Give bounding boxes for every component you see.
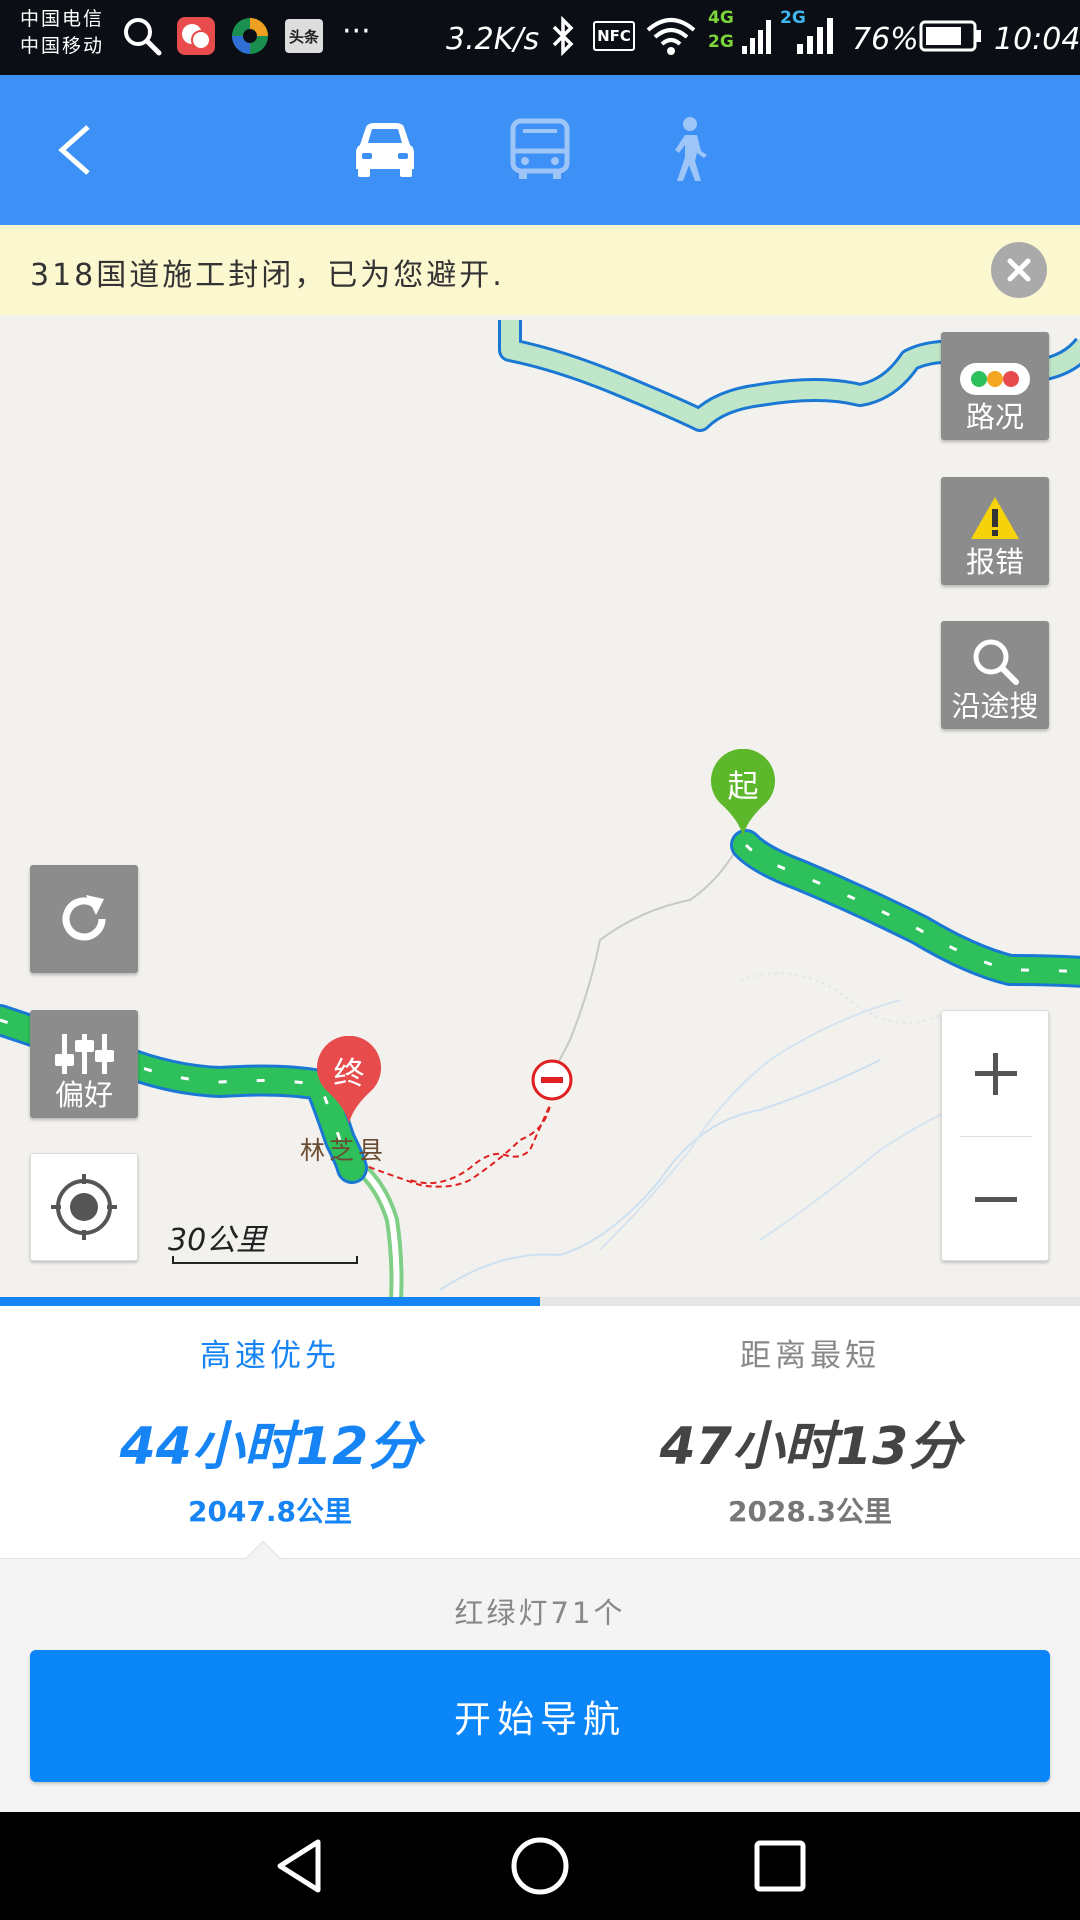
toutiao-label: 头条	[285, 19, 323, 53]
notice-text: 318国道施工封闭，已为您避开.	[30, 258, 505, 293]
route-options: 高速优先 44小时12分 2047.8公里 距离最短 47小时13分 2028.…	[0, 1306, 1080, 1559]
map-view[interactable]: 起 终 林芝县	[0, 315, 1080, 1297]
start-marker-label: 起	[727, 769, 759, 805]
refresh-button[interactable]	[30, 865, 138, 973]
wifi-icon	[644, 14, 698, 58]
locate-icon	[51, 1174, 117, 1240]
map-canvas	[0, 320, 1080, 1297]
sliders-icon	[55, 1034, 114, 1074]
chevron-left-icon	[58, 125, 90, 175]
battery-percent: 76%	[852, 22, 919, 57]
traffic-light-count: 红绿灯71个	[454, 1596, 626, 1630]
triangle-back-icon	[277, 1839, 321, 1893]
route-option-shortest[interactable]: 距离最短 47小时13分 2028.3公里	[540, 1306, 1080, 1559]
toutiao-icon: 头条	[282, 14, 326, 58]
end-marker[interactable]: 终	[314, 1036, 384, 1126]
tab-bus[interactable]	[505, 115, 575, 185]
route-tab-indicator	[0, 1297, 1080, 1306]
minor-road	[547, 839, 743, 1081]
search-icon	[973, 639, 1019, 685]
route-name: 距离最短	[740, 1338, 880, 1374]
road-closed-icon	[531, 1059, 573, 1101]
nfc-icon: NFC	[593, 14, 635, 58]
network-speed: 3.2K/s	[446, 22, 540, 57]
walk-icon	[675, 117, 707, 181]
carrier-1: 中国电信	[20, 8, 105, 30]
start-navigation-button[interactable]: 开始导航	[30, 1650, 1050, 1782]
route-distance: 2047.8公里	[187, 1495, 353, 1528]
route-option-highway[interactable]: 高速优先 44小时12分 2047.8公里	[0, 1306, 540, 1559]
home-nav-button[interactable]	[510, 1836, 570, 1896]
battery-icon	[918, 14, 984, 58]
square-recents-icon	[754, 1840, 806, 1892]
wechat-notification-icon	[174, 14, 218, 58]
end-marker-label: 终	[333, 1056, 365, 1092]
preference-button[interactable]: 偏好	[30, 1010, 138, 1118]
more-notifications-icon: ···	[342, 14, 371, 49]
river	[599, 999, 901, 1251]
bluetooth-icon	[546, 14, 580, 58]
route-time: 44小时12分	[119, 1417, 421, 1477]
carrier-labels: 中国电信 中国移动	[20, 6, 104, 60]
bus-icon	[510, 118, 570, 179]
boundary-line	[739, 972, 951, 1024]
zoom-control	[941, 1010, 1049, 1261]
signal-sim2-icon	[792, 14, 836, 58]
search-icon	[120, 14, 164, 58]
locate-button[interactable]	[30, 1153, 138, 1261]
route-distance: 2028.3公里	[727, 1495, 893, 1528]
map-scale-label: 30公里	[168, 1223, 267, 1258]
traffic-light-icon	[960, 363, 1030, 395]
app-bar	[0, 75, 1080, 225]
start-marker[interactable]: 起	[708, 749, 778, 839]
app-notification-icon	[228, 14, 272, 58]
search-along-label: 沿途搜	[951, 689, 1039, 723]
warning-icon	[971, 497, 1019, 539]
route-time: 47小时13分	[659, 1417, 961, 1477]
carrier-2: 中国移动	[20, 35, 105, 57]
close-banner-button[interactable]	[991, 242, 1047, 298]
network-2g-sim1: 2G	[708, 32, 734, 52]
circle-home-icon	[511, 1837, 569, 1895]
refresh-icon	[62, 895, 106, 941]
status-bar: 中国电信 中国移动 头条 ··· 3.2K/s NFC 4G 2G 2G 76%…	[0, 0, 1080, 75]
nfc-label: NFC	[593, 21, 635, 51]
recents-nav-button[interactable]	[750, 1836, 810, 1896]
main-route-right-fill	[733, 832, 1080, 985]
back-nav-button[interactable]	[270, 1836, 330, 1896]
preference-label: 偏好	[54, 1078, 113, 1112]
place-label: 林芝县	[300, 1136, 388, 1165]
back-button[interactable]	[48, 115, 108, 185]
close-icon	[1007, 258, 1031, 282]
zoom-out-button[interactable]	[942, 1137, 1050, 1262]
traffic-button[interactable]: 路况	[941, 332, 1049, 440]
traffic-label: 路况	[965, 400, 1024, 434]
tab-car[interactable]	[350, 115, 420, 185]
report-button[interactable]: 报错	[941, 477, 1049, 585]
signal-sim1-icon	[738, 14, 774, 58]
system-nav-bar	[0, 1812, 1080, 1920]
route-tab-indicator-fill	[0, 1297, 540, 1306]
route-name: 高速优先	[200, 1338, 340, 1374]
river	[439, 1059, 881, 1291]
map-scale-bar	[172, 1256, 358, 1264]
network-4g: 4G	[708, 8, 734, 28]
clock: 10:04	[994, 22, 1080, 57]
plus-icon	[975, 1052, 1017, 1095]
tab-walk[interactable]	[655, 115, 725, 185]
search-along-button[interactable]: 沿途搜	[941, 621, 1049, 729]
minus-icon	[975, 1196, 1017, 1202]
car-icon	[356, 123, 414, 177]
report-label: 报错	[965, 545, 1024, 579]
notice-banner: 318国道施工封闭，已为您避开.	[0, 225, 1080, 315]
zoom-in-button[interactable]	[942, 1011, 1050, 1136]
